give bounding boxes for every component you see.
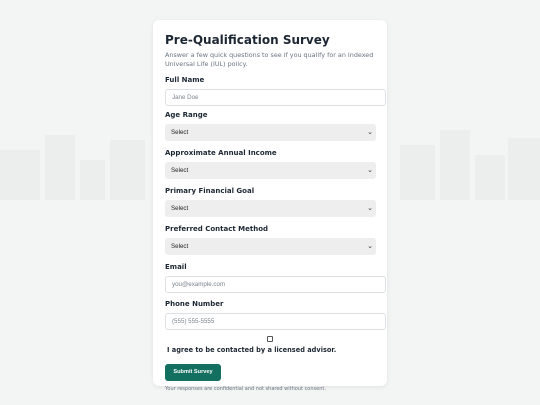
email-label: Email [165, 263, 187, 271]
privacy-note: Your responses are confidential and not … [165, 386, 326, 392]
income-select[interactable]: Select ⌄ [165, 162, 376, 179]
full-name-input[interactable]: Jane Doe [165, 89, 386, 106]
phone-group: Phone Number (555) 555-5555 [165, 300, 386, 330]
contact-method-group: Preferred Contact Method Select ⌄ [165, 225, 376, 255]
submit-button[interactable]: Submit Survey [165, 364, 221, 381]
consent-group: I agree to be contacted by a licensed ad… [165, 336, 375, 354]
contact-method-select[interactable]: Select ⌄ [165, 238, 376, 255]
chevron-down-icon: ⌄ [367, 167, 373, 174]
chevron-down-icon: ⌄ [367, 205, 373, 212]
full-name-group: Full Name Jane Doe [165, 76, 386, 106]
age-range-select[interactable]: Select ⌄ [165, 124, 376, 141]
email-input[interactable]: you@example.com [165, 276, 386, 293]
goal-value: Select [171, 205, 189, 212]
income-group: Approximate Annual Income Select ⌄ [165, 149, 376, 179]
phone-input[interactable]: (555) 555-5555 [165, 313, 386, 330]
phone-label: Phone Number [165, 300, 224, 308]
goal-label: Primary Financial Goal [165, 187, 255, 195]
age-range-group: Age Range Select ⌄ [165, 111, 376, 141]
contact-method-value: Select [171, 243, 189, 250]
consent-checkbox[interactable] [267, 336, 273, 342]
survey-card: Pre-Qualification Survey Answer a few qu… [153, 20, 387, 392]
page-title: Pre-Qualification Survey [165, 33, 330, 47]
age-range-label: Age Range [165, 111, 208, 119]
page-subtitle: Answer a few quick questions to see if y… [165, 51, 374, 68]
email-group: Email you@example.com [165, 263, 386, 293]
goal-select[interactable]: Select ⌄ [165, 200, 376, 217]
age-range-value: Select [171, 129, 189, 136]
chevron-down-icon: ⌄ [367, 129, 373, 136]
chevron-down-icon: ⌄ [367, 243, 373, 250]
income-value: Select [171, 167, 189, 174]
full-name-label: Full Name [165, 76, 205, 84]
goal-group: Primary Financial Goal Select ⌄ [165, 187, 376, 217]
income-label: Approximate Annual Income [165, 149, 277, 157]
contact-method-label: Preferred Contact Method [165, 225, 269, 233]
consent-label: I agree to be contacted by a licensed ad… [167, 346, 337, 354]
